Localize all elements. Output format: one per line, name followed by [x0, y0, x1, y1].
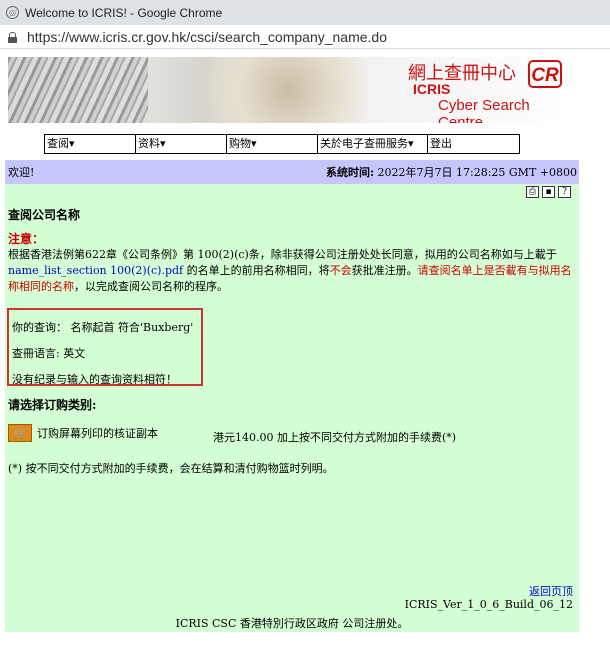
footnote: (*) 按不同交付方式附加的手续费，会在结算和清付购物篮时列明。	[8, 462, 334, 475]
search-language: 查冊语言: 英文	[12, 347, 86, 360]
notice: 注意： 根据香港法例第622章《公司条例》第 100(2)(c)条，除非获得公司…	[5, 231, 579, 295]
notice-red-1: 不会	[329, 264, 352, 277]
time-label: 系统时间:	[325, 166, 375, 179]
tool-icons: ⎙ ▪ ?	[5, 184, 579, 200]
name-list-link[interactable]: name_list_section 100(2)(c).pdf	[8, 264, 183, 277]
order-item-label[interactable]: 订购屏幕列印的核证副本	[37, 425, 158, 441]
welcome-text: 欢迎!	[8, 166, 35, 179]
globe-icon: ◎	[6, 6, 19, 19]
notice-text-1: 根据香港法例第622章《公司条例》第 100(2)(c)条，除非获得公司注册处处…	[8, 248, 557, 261]
url-text[interactable]: https://www.icris.cr.gov.hk/csci/search_…	[27, 29, 387, 45]
no-record-message: 没有纪录与输入的查询资料相符！	[12, 373, 177, 386]
print-icon[interactable]: ⎙	[526, 186, 539, 198]
menu-info[interactable]: 资料▾	[136, 135, 227, 153]
time-value: 2022年7月7日 17:28:25 GMT +0800	[374, 166, 578, 179]
order-item-row: 🛒 订购屏幕列印的核证副本	[8, 424, 158, 442]
cr-logo: CR	[528, 60, 562, 88]
notice-text-3: 获批准注册。	[351, 264, 418, 277]
lock-icon	[8, 31, 17, 43]
order-price: 港元140.00 加上按不同交付方式附加的手续费(*)	[213, 431, 457, 444]
choose-order-type: 请选择订购类别:	[8, 398, 97, 412]
decorative-image	[168, 57, 368, 123]
help-icon[interactable]: ?	[558, 186, 571, 198]
menu-shopping[interactable]: 购物▾	[227, 135, 318, 153]
query-result-box: 你的查询： 名称起首 符合'Buxberg' 查冊语言: 英文 没有纪录与输入的…	[7, 308, 203, 386]
main-content: 欢迎! 系统时间: 2022年7月7日 17:28:25 GMT +0800 ⎙…	[5, 160, 579, 632]
status-strip: 欢迎! 系统时间: 2022年7月7日 17:28:25 GMT +0800	[5, 160, 579, 184]
page-title: 查阅公司名称	[8, 208, 81, 222]
notice-label: 注意：	[8, 232, 45, 246]
system-time: 系统时间: 2022年7月7日 17:28:25 GMT +0800	[326, 164, 577, 180]
build-version: ICRIS_Ver_1_0_6_Build_06_12	[404, 598, 573, 611]
menu-search[interactable]: 查阅▾	[45, 135, 136, 153]
brand-icris: ICRIS	[413, 81, 451, 97]
save-icon[interactable]: ▪	[542, 186, 555, 198]
icris-banner: 網上查冊中心 CR ICRIS Cyber Search Centre	[8, 57, 568, 123]
browser-titlebar: ◎ Welcome to ICRIS! - Google Chrome	[0, 0, 610, 25]
building-image	[8, 57, 148, 123]
main-menu: 查阅▾ 资料▾ 购物▾ 关於电子查冊服务▾ 登出	[44, 134, 520, 154]
brand-english: Cyber Search Centre	[438, 97, 530, 123]
menu-about[interactable]: 关於电子查冊服务▾	[318, 135, 428, 153]
address-bar[interactable]: https://www.icris.cr.gov.hk/csci/search_…	[0, 25, 610, 49]
cart-icon[interactable]: 🛒	[8, 424, 32, 442]
notice-text-2: 的名单上的前用名称相同，将	[183, 264, 330, 277]
menu-logout[interactable]: 登出	[428, 135, 519, 153]
page-footer: ICRIS CSC 香港特別行政区政府 公司注册处。	[175, 617, 409, 630]
window-title: Welcome to ICRIS! - Google Chrome	[25, 5, 223, 20]
notice-text-4: ，以完成查阅公司名称的程序。	[74, 280, 228, 293]
query-text: 你的查询： 名称起首 符合'Buxberg'	[12, 321, 194, 334]
back-to-top-link[interactable]: 返回页顶	[529, 583, 573, 599]
